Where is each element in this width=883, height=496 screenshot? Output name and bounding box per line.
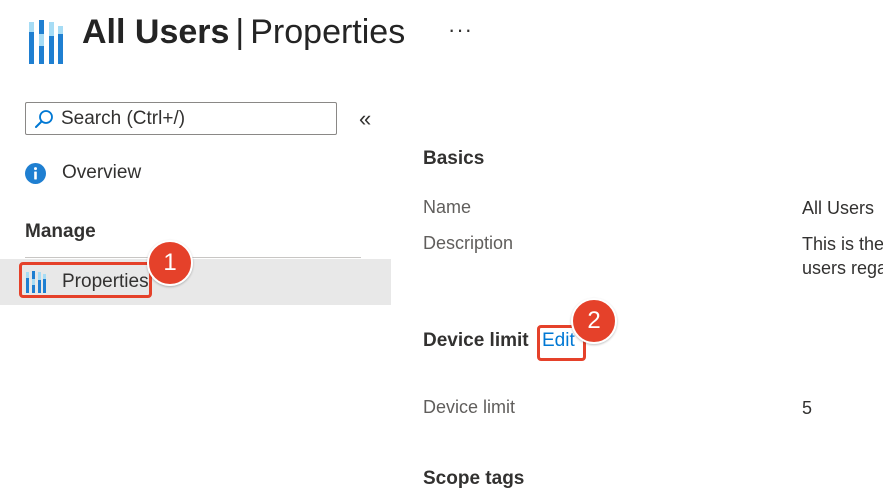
annotation-highlight-properties bbox=[19, 262, 152, 298]
annotation-badge-2: 2 bbox=[571, 298, 617, 344]
sidebar-item-overview[interactable]: Overview bbox=[0, 155, 391, 191]
search-input[interactable] bbox=[61, 107, 321, 130]
sidebar-item-label: Overview bbox=[62, 162, 142, 183]
name-value: All Users bbox=[802, 198, 875, 218]
description-label: Description bbox=[423, 233, 514, 253]
groups-bars-icon bbox=[29, 20, 63, 64]
description-line: users rega bbox=[802, 258, 883, 278]
section-divider bbox=[25, 257, 361, 258]
annotation-badge-1: 1 bbox=[147, 240, 193, 286]
page-title: All Users | Properties bbox=[82, 10, 405, 54]
section-name: Properties bbox=[250, 13, 406, 51]
basics-section-title: Basics bbox=[423, 148, 485, 169]
collapse-sidebar-button[interactable]: « bbox=[359, 106, 371, 132]
name-label: Name bbox=[423, 197, 472, 217]
manage-section-header: Manage bbox=[25, 221, 96, 242]
title-separator: | bbox=[235, 13, 245, 51]
more-options-button[interactable]: ··· bbox=[448, 18, 473, 42]
device-limit-value: 5 bbox=[802, 398, 813, 418]
scope-tags-section-title: Scope tags bbox=[423, 468, 525, 489]
search-box[interactable] bbox=[25, 102, 337, 135]
entity-name: All Users bbox=[82, 13, 230, 51]
properties-page: All Users|Properties ··· « Overview Mana… bbox=[0, 0, 883, 496]
device-limit-label: Device limit bbox=[423, 397, 516, 417]
device-limit-section-title: Device limit bbox=[423, 330, 529, 351]
description-line: This is the bbox=[802, 234, 883, 254]
search-icon bbox=[35, 109, 53, 128]
info-icon bbox=[25, 162, 46, 184]
description-value: This is the users rega bbox=[802, 232, 883, 280]
